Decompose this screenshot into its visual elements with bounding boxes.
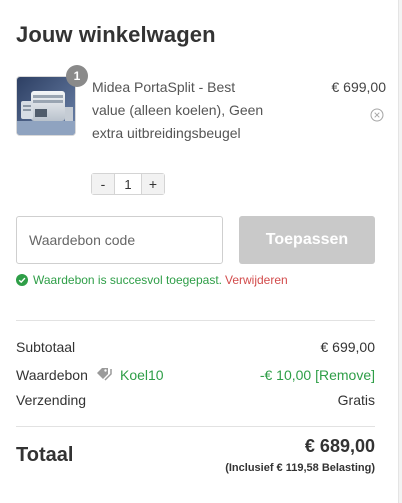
success-text: Waardebon is succesvol toegepast. bbox=[33, 273, 222, 287]
divider bbox=[16, 426, 375, 427]
circle-x-icon[interactable] bbox=[370, 108, 384, 122]
subtotal-value: € 699,00 bbox=[320, 339, 376, 355]
quantity-badge: 1 bbox=[66, 65, 88, 87]
voucher-discount-value[interactable]: -€ 10,00 [Remove] bbox=[260, 365, 375, 385]
product-thumbnail[interactable] bbox=[16, 76, 76, 136]
page-title: Jouw winkelwagen bbox=[16, 22, 216, 47]
product-price: € 699,00 bbox=[331, 79, 387, 95]
total-label: Totaal bbox=[16, 444, 74, 466]
divider bbox=[16, 320, 375, 321]
increase-quantity-button[interactable]: + bbox=[142, 174, 164, 194]
quantity-value[interactable]: 1 bbox=[114, 174, 142, 194]
shipping-row: Verzending Gratis bbox=[16, 390, 375, 410]
air-conditioner-product-image bbox=[17, 77, 75, 135]
tax-note: (Inclusief € 119,58 Belasting) bbox=[225, 462, 375, 474]
subtotal-row: Subtotaal € 699,00 bbox=[16, 337, 375, 357]
shipping-label: Verzending bbox=[16, 392, 87, 408]
total-value: € 689,00 bbox=[304, 436, 375, 456]
decrease-quantity-button[interactable]: - bbox=[92, 174, 114, 194]
voucher-success-message: Waardebon is succesvol toegepast. Verwij… bbox=[16, 272, 288, 288]
voucher-row: Waardebon Koel10 -€ 10,00 [Remove] bbox=[16, 365, 375, 385]
cart-page: Jouw winkelwagen 1 Midea PortaSplit - Be… bbox=[0, 0, 402, 503]
remove-voucher-link[interactable]: Verwijderen bbox=[225, 273, 288, 287]
cart-item: 1 Midea PortaSplit - Best value (alleen … bbox=[16, 65, 387, 196]
apply-voucher-button[interactable]: Toepassen bbox=[239, 216, 375, 264]
subtotal-label: Subtotaal bbox=[16, 339, 76, 355]
voucher-code: Koel10 bbox=[120, 367, 164, 383]
voucher-code-input[interactable] bbox=[16, 216, 223, 264]
shipping-value: Gratis bbox=[337, 392, 375, 408]
scrollbar-edge bbox=[398, 0, 402, 503]
product-name[interactable]: Midea PortaSplit - Best value (alleen ko… bbox=[92, 76, 267, 145]
applied-voucher-code: Koel10 bbox=[96, 365, 164, 385]
voucher-label: Waardebon bbox=[16, 367, 88, 383]
tag-icon bbox=[97, 368, 112, 381]
check-circle-icon bbox=[16, 274, 28, 286]
quantity-stepper: - 1 + bbox=[91, 173, 165, 195]
